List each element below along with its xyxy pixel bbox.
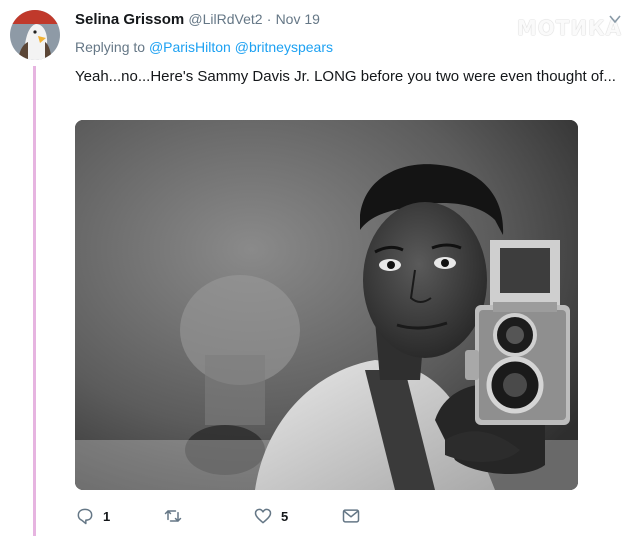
avatar-eagle-image bbox=[10, 10, 60, 60]
retweet-icon bbox=[164, 510, 182, 522]
reply-button[interactable]: 1 bbox=[75, 505, 110, 527]
mention-parishilton[interactable]: @ParisHilton bbox=[149, 39, 231, 55]
direct-message-button[interactable] bbox=[341, 505, 361, 527]
chevron-down-icon[interactable] bbox=[608, 12, 622, 26]
separator-dot: · bbox=[266, 11, 272, 27]
avatar[interactable] bbox=[10, 10, 60, 60]
reply-icon bbox=[77, 508, 93, 525]
like-button[interactable]: 5 bbox=[253, 505, 288, 527]
reply-count: 1 bbox=[103, 508, 111, 524]
replying-to-line: Replying to @ParisHilton @britneyspears bbox=[75, 39, 333, 55]
photo-man-with-camera bbox=[75, 120, 578, 490]
author-handle[interactable]: @LilRdVet2 bbox=[188, 11, 262, 27]
tweet-date[interactable]: Nov 19 bbox=[276, 11, 320, 27]
retweet-button[interactable] bbox=[163, 505, 191, 527]
mention-britneyspears[interactable]: @britneyspears bbox=[235, 39, 333, 55]
tweet-text: Yeah...no...Here's Sammy Davis Jr. LONG … bbox=[75, 68, 616, 85]
heart-icon bbox=[254, 508, 272, 524]
envelope-icon bbox=[342, 509, 360, 523]
like-count: 5 bbox=[281, 508, 289, 524]
replying-to-label: Replying to bbox=[75, 39, 146, 55]
author-name[interactable]: Selina Grissom bbox=[75, 11, 184, 28]
tweet-header: Selina Grissom @LilRdVet2 · Nov 19 bbox=[75, 11, 320, 28]
watermark: МОТИКА bbox=[516, 16, 622, 40]
thread-connector-line bbox=[33, 66, 36, 536]
tweet-actions: 1 5 bbox=[75, 505, 475, 529]
tweet-photo[interactable] bbox=[75, 120, 578, 490]
